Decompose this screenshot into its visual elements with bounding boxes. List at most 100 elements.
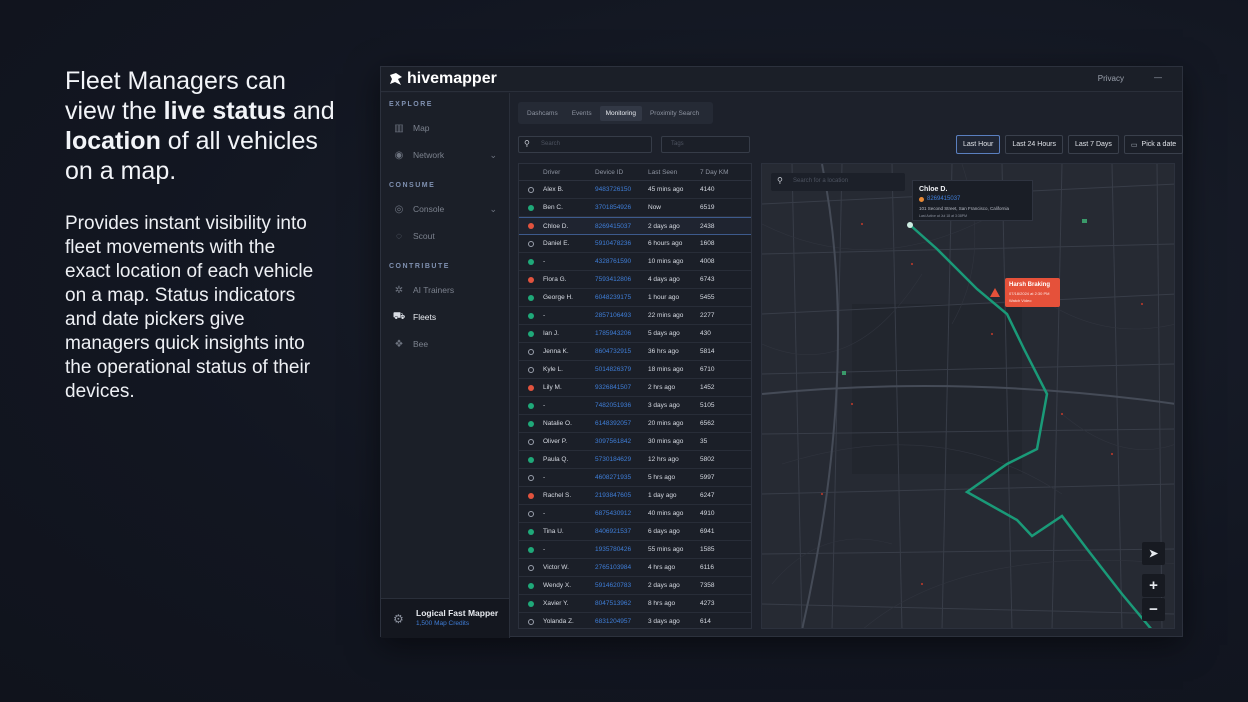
table-row[interactable]: - 4608271935 5 hrs ago 5997 bbox=[519, 469, 751, 487]
table-row[interactable]: Wendy X. 5914620783 2 days ago 7358 bbox=[519, 577, 751, 595]
device-id-cell[interactable]: 5910478236 bbox=[595, 240, 648, 247]
map-search-input[interactable]: ⚲ Search for a location bbox=[771, 173, 905, 191]
tab-dashcams[interactable]: Dashcams bbox=[521, 106, 564, 121]
device-id-cell[interactable]: 2857106493 bbox=[595, 312, 648, 319]
harsh-braking-alert[interactable]: Harsh Braking 07/18/2024 at 2:30 PM Watc… bbox=[1005, 278, 1060, 307]
device-id-cell[interactable]: 6831204957 bbox=[595, 618, 648, 625]
search-input[interactable]: ⚲ Search bbox=[518, 136, 652, 153]
device-id-cell[interactable]: 8269415037 bbox=[595, 223, 648, 230]
device-id-cell[interactable]: 9483726150 bbox=[595, 186, 648, 193]
window-minimize[interactable]: — bbox=[1154, 73, 1162, 82]
last-seen-cell: 10 mins ago bbox=[648, 258, 684, 265]
device-id-cell[interactable]: 5730184629 bbox=[595, 456, 648, 463]
table-row[interactable]: Chloe D. 8269415037 2 days ago 2438 bbox=[519, 217, 751, 235]
status-cell bbox=[519, 582, 543, 589]
km-cell: 6116 bbox=[700, 564, 714, 571]
device-id-cell[interactable]: 4608271935 bbox=[595, 474, 648, 481]
sidebar-item-bee[interactable]: ❖ Bee bbox=[393, 336, 503, 352]
driver-cell: Wendy X. bbox=[543, 582, 572, 589]
table-row[interactable]: George H. 6048239175 1 hour ago 5455 bbox=[519, 289, 751, 307]
table-row[interactable]: Yolanda Z. 6831204957 3 days ago 614 bbox=[519, 613, 751, 628]
device-id-cell[interactable]: 7593412806 bbox=[595, 276, 648, 283]
sidebar-item-ai-trainers[interactable]: ✲ AI Trainers bbox=[393, 282, 503, 298]
device-id-cell[interactable]: 1935780426 bbox=[595, 546, 648, 553]
device-id-cell[interactable]: 8406921537 bbox=[595, 528, 648, 535]
column-device-id[interactable]: Device ID bbox=[595, 169, 648, 176]
device-id-cell[interactable]: 2193847605 bbox=[595, 492, 648, 499]
km-cell: 5105 bbox=[700, 402, 715, 409]
vehicle-popup[interactable]: Chloe D. 8269415037 101 Second Street, S… bbox=[912, 180, 1033, 221]
table-row[interactable]: - 1935780426 55 mins ago 1585 bbox=[519, 541, 751, 559]
table-row[interactable]: - 6875430912 40 mins ago 4910 bbox=[519, 505, 751, 523]
sidebar-item-scout[interactable]: ◌ Scout bbox=[393, 228, 503, 244]
device-id-cell[interactable]: 3701854926 bbox=[595, 204, 648, 211]
last-7-days-button[interactable]: Last 7 Days bbox=[1067, 135, 1119, 154]
device-id-cell[interactable]: 3097561842 bbox=[595, 438, 648, 445]
table-row[interactable]: Paula Q. 5730184629 12 hrs ago 5802 bbox=[519, 451, 751, 469]
tags-input[interactable]: Tags bbox=[661, 136, 750, 153]
driver-cell: Lily M. bbox=[543, 384, 562, 391]
table-row[interactable]: Daniel E. 5910478236 6 hours ago 1608 bbox=[519, 235, 751, 253]
sidebar-item-map[interactable]: ▥ Map bbox=[393, 120, 503, 136]
zoom-out-button[interactable]: − bbox=[1142, 598, 1165, 621]
last-24-hours-button[interactable]: Last 24 Hours bbox=[1005, 135, 1063, 154]
device-id-cell[interactable]: 6048239175 bbox=[595, 294, 648, 301]
user-account[interactable]: ⚙ Logical Fast Mapper 1,500 Map Credits bbox=[381, 598, 509, 638]
tab-monitoring[interactable]: Monitoring bbox=[599, 105, 642, 121]
table-row[interactable]: Lily M. 9326841507 2 hrs ago 1452 bbox=[519, 379, 751, 397]
table-row[interactable]: Rachel S. 2193847605 1 day ago 6247 bbox=[519, 487, 751, 505]
pick-a-date-button[interactable]: ▭ Pick a date bbox=[1123, 135, 1184, 154]
table-row[interactable]: Victor W. 2765103984 4 hrs ago 6116 bbox=[519, 559, 751, 577]
tab-events[interactable]: Events bbox=[566, 106, 598, 121]
table-row[interactable]: Jenna K. 8604732915 36 hrs ago 5814 bbox=[519, 343, 751, 361]
table-row[interactable]: Natalie O. 6148392057 20 mins ago 6562 bbox=[519, 415, 751, 433]
gear-icon[interactable]: ⚙ bbox=[393, 612, 404, 626]
table-row[interactable]: Ben C. 3701854926 Now 6519 bbox=[519, 199, 751, 217]
device-id-cell[interactable]: 6875430912 bbox=[595, 510, 648, 517]
device-id-cell[interactable]: 4328761590 bbox=[595, 258, 648, 265]
table-row[interactable]: Xavier Y. 8047513962 8 hrs ago 4273 bbox=[519, 595, 751, 613]
table-row[interactable]: Oliver P. 3097561842 30 mins ago 35 bbox=[519, 433, 751, 451]
device-id-cell[interactable]: 2765103984 bbox=[595, 564, 648, 571]
watch-video-link[interactable]: Watch Video bbox=[1009, 298, 1031, 303]
popup-device-id[interactable]: 8269415037 bbox=[927, 196, 960, 202]
privacy-link[interactable]: Privacy bbox=[1098, 74, 1124, 83]
logo[interactable]: hivemapper bbox=[389, 70, 497, 88]
locate-button[interactable]: ➤ bbox=[1142, 542, 1165, 565]
table-row[interactable]: - 4328761590 10 mins ago 4008 bbox=[519, 253, 751, 271]
column-7-day-km[interactable]: 7 Day KM bbox=[700, 169, 740, 176]
table-row[interactable]: - 7482051936 3 days ago 5105 bbox=[519, 397, 751, 415]
device-id-cell[interactable]: 5014826379 bbox=[595, 366, 648, 373]
driver-cell: Rachel S. bbox=[543, 492, 572, 499]
popup-driver-name: Chloe D. bbox=[919, 186, 948, 193]
km-cell: 6562 bbox=[700, 420, 715, 427]
tab-proximity-search[interactable]: Proximity Search bbox=[644, 106, 705, 121]
table-row[interactable]: Ian J. 1785943206 5 days ago 430 bbox=[519, 325, 751, 343]
table-row[interactable]: Tina U. 8406921537 6 days ago 6941 bbox=[519, 523, 751, 541]
network-icon: ◉ bbox=[394, 149, 404, 161]
sidebar-item-fleets[interactable]: ⛟ Fleets bbox=[393, 309, 503, 325]
sidebar-item-console[interactable]: ◎ Console ⌄ bbox=[393, 201, 503, 217]
device-id-cell[interactable]: 6148392057 bbox=[595, 420, 648, 427]
device-id-cell[interactable]: 1785943206 bbox=[595, 330, 648, 337]
table-row[interactable]: - 2857106493 22 mins ago 2277 bbox=[519, 307, 751, 325]
device-id-cell[interactable]: 5914620783 bbox=[595, 582, 648, 589]
fleet-map[interactable]: ⚲ Search for a location Chloe D. 8269415… bbox=[761, 163, 1175, 629]
device-id-cell[interactable]: 9326841507 bbox=[595, 384, 648, 391]
device-id-cell[interactable]: 7482051936 bbox=[595, 402, 648, 409]
column-driver[interactable]: Driver bbox=[543, 169, 595, 176]
km-cell: 5997 bbox=[700, 474, 715, 481]
table-row[interactable]: Alex B. 9483726150 45 mins ago 4140 bbox=[519, 181, 751, 199]
status-dot bbox=[528, 330, 534, 337]
sidebar-item-network[interactable]: ◉ Network ⌄ bbox=[393, 147, 503, 163]
zoom-in-button[interactable]: + bbox=[1142, 574, 1165, 597]
status-cell bbox=[519, 456, 543, 463]
device-id-cell[interactable]: 8047513962 bbox=[595, 600, 648, 607]
date-range-buttons: Last Hour Last 24 Hours Last 7 Days ▭ Pic… bbox=[956, 135, 1184, 154]
table-row[interactable]: Flora G. 7593412806 4 days ago 6743 bbox=[519, 271, 751, 289]
last-hour-button[interactable]: Last Hour bbox=[956, 135, 1001, 154]
column-last-seen[interactable]: Last Seen bbox=[648, 169, 700, 176]
table-row[interactable]: Kyle L. 5014826379 18 mins ago 6710 bbox=[519, 361, 751, 379]
device-id-cell[interactable]: 8604732915 bbox=[595, 348, 648, 355]
last-seen-cell: 6 hours ago bbox=[648, 240, 683, 247]
